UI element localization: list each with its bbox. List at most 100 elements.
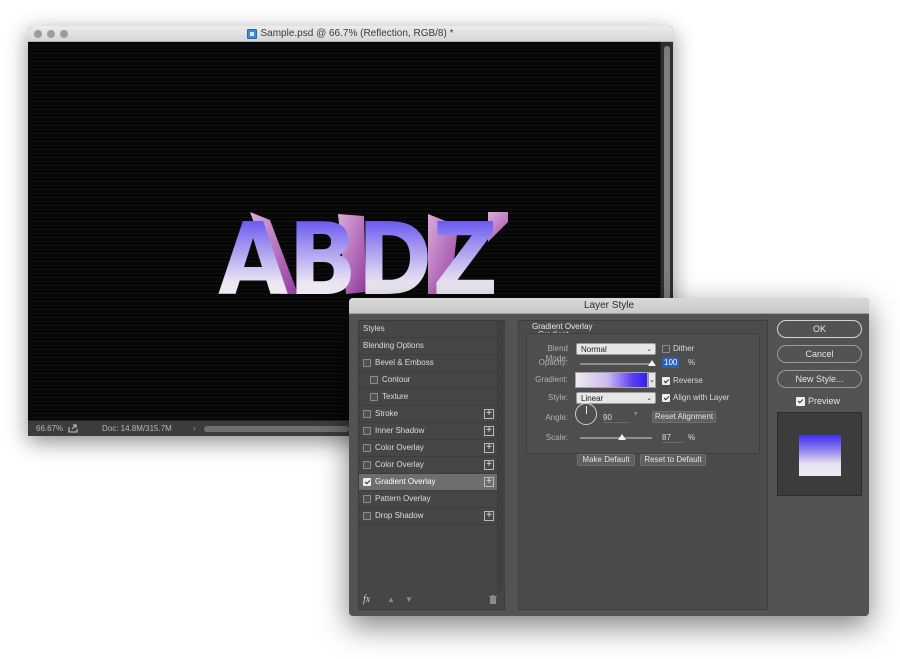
minimize-window-button[interactable]	[47, 30, 55, 38]
style-item-checkbox[interactable]	[363, 461, 371, 469]
reverse-check-box[interactable]	[662, 377, 670, 385]
style-item-label: Inner Shadow	[375, 426, 425, 435]
style-item-checkbox[interactable]	[363, 410, 371, 418]
move-down-icon[interactable]: ▼	[405, 595, 413, 604]
style-item-checkbox[interactable]	[363, 359, 371, 367]
abdz-lettering: ABDZ	[218, 202, 508, 302]
dialog-title[interactable]: Layer Style	[349, 298, 869, 314]
cancel-button[interactable]: Cancel	[777, 345, 862, 363]
trash-icon[interactable]	[489, 595, 497, 604]
align-with-layer-checkbox[interactable]: Align with Layer	[662, 393, 729, 403]
style-item-checkbox[interactable]	[363, 512, 371, 520]
gradient-label: Gradient:	[535, 375, 568, 384]
canvas-text: ABDZ	[218, 202, 498, 302]
scale-input[interactable]: 87	[662, 432, 684, 443]
doc-size-info[interactable]: Doc: 14.8M/315.7M	[102, 421, 172, 436]
document-title-wrap: Sample.psd @ 66.7% (Reflection, RGB/8) *	[247, 26, 454, 42]
zoom-level[interactable]: 66.67%	[36, 421, 63, 436]
close-window-button[interactable]	[34, 30, 42, 38]
style-item-inner-shadow[interactable]: Inner Shadow +	[359, 423, 497, 440]
document-titlebar[interactable]: Sample.psd @ 66.7% (Reflection, RGB/8) *	[28, 26, 673, 42]
add-effect-plus-icon[interactable]: +	[484, 443, 494, 453]
style-item-label: Gradient Overlay	[375, 477, 436, 486]
move-up-icon[interactable]: ▲	[387, 595, 395, 604]
scale-label: Scale:	[545, 433, 568, 442]
opacity-slider-track[interactable]	[580, 363, 652, 365]
style-item-label: Drop Shadow	[375, 511, 424, 520]
style-item-checkbox[interactable]	[370, 376, 378, 384]
reset-alignment-button[interactable]: Reset Alignment	[652, 411, 716, 423]
dither-label: Dither	[673, 344, 695, 353]
opacity-label: Opacity:	[538, 358, 568, 367]
styles-list: Styles Blending Options Bevel & Emboss Co…	[359, 321, 497, 591]
gradient-picker-chevron-icon[interactable]: ⌄	[648, 372, 656, 388]
fx-icon[interactable]: fx	[363, 594, 370, 605]
dither-checkbox[interactable]: Dither	[662, 344, 694, 354]
style-label: Style:	[547, 393, 568, 402]
add-effect-plus-icon[interactable]: +	[484, 460, 494, 470]
zoom-window-button[interactable]	[60, 30, 68, 38]
style-item-checkbox[interactable]	[363, 478, 371, 486]
add-effect-plus-icon[interactable]: +	[484, 426, 494, 436]
style-item-label: Stroke	[375, 409, 399, 418]
horizontal-scroll-thumb[interactable]	[204, 426, 349, 432]
preview-label: Preview	[808, 396, 841, 406]
add-effect-plus-icon[interactable]: +	[484, 477, 494, 487]
angle-dial[interactable]	[575, 403, 597, 425]
style-item-bevel-emboss[interactable]: Bevel & Emboss	[359, 355, 497, 372]
preview-check-box[interactable]	[796, 397, 805, 406]
preview-area	[777, 412, 862, 496]
add-effect-plus-icon[interactable]: +	[484, 409, 494, 419]
angle-input[interactable]: 90	[603, 412, 629, 423]
styles-scrollbar[interactable]	[497, 321, 505, 591]
style-item-label: Pattern Overlay	[375, 494, 431, 503]
chevron-down-icon: ⌄	[646, 346, 652, 353]
reverse-checkbox[interactable]: Reverse	[662, 376, 703, 386]
styles-header-label: Styles	[363, 324, 385, 333]
gradient-swatch[interactable]	[575, 372, 648, 388]
reset-to-default-button[interactable]: Reset to Default	[640, 454, 706, 466]
styles-footer: fx ▲ ▼	[359, 591, 505, 611]
style-item-color-overlay[interactable]: Color Overlay +	[359, 457, 497, 474]
style-item-gradient-overlay[interactable]: Gradient Overlay +	[359, 474, 497, 491]
styles-header[interactable]: Styles	[359, 321, 497, 338]
opacity-slider-thumb[interactable]	[648, 360, 656, 366]
blend-mode-select[interactable]: Normal ⌄	[576, 343, 656, 355]
styles-panel: Styles Blending Options Bevel & Emboss Co…	[358, 320, 505, 610]
window-controls	[34, 30, 68, 38]
layer-style-dialog: Layer Style Styles Blending Options Beve…	[349, 298, 869, 616]
align-check-box[interactable]	[662, 394, 670, 402]
blend-mode-value: Normal	[581, 345, 607, 354]
style-item-checkbox[interactable]	[363, 495, 371, 503]
share-icon[interactable]	[68, 424, 78, 433]
style-item-checkbox[interactable]	[363, 444, 371, 452]
scale-slider-track[interactable]	[580, 437, 652, 439]
blending-options-item[interactable]: Blending Options	[359, 338, 497, 355]
gradient-group: Blend Mode: Normal ⌄ Dither Opacity: 100…	[526, 333, 760, 454]
style-item-contour[interactable]: Contour	[359, 372, 497, 389]
ok-button[interactable]: OK	[777, 320, 862, 338]
psd-file-icon	[247, 29, 258, 39]
style-item-stroke[interactable]: Stroke +	[359, 406, 497, 423]
style-item-label: Texture	[382, 392, 409, 401]
new-style-button[interactable]: New Style...	[777, 370, 862, 388]
style-item-drop-shadow[interactable]: Drop Shadow +	[359, 508, 497, 525]
dither-check-box[interactable]	[662, 345, 670, 353]
style-item-texture[interactable]: Texture	[359, 389, 497, 406]
style-item-checkbox[interactable]	[363, 427, 371, 435]
style-item-checkbox[interactable]	[370, 393, 378, 401]
gradient-overlay-panel: Gradient Overlay Gradient Blend Mode: No…	[518, 320, 768, 610]
style-item-pattern-overlay[interactable]: Pattern Overlay	[359, 491, 497, 508]
opacity-percent: %	[688, 358, 696, 367]
style-value: Linear	[581, 394, 604, 403]
preview-checkbox[interactable]: Preview	[796, 396, 840, 406]
status-menu-arrow[interactable]: ›	[193, 421, 196, 436]
opacity-input[interactable]: 100	[662, 357, 680, 368]
add-effect-plus-icon[interactable]: +	[484, 511, 494, 521]
style-item-label: Bevel & Emboss	[375, 358, 434, 367]
make-default-button[interactable]: Make Default	[577, 454, 635, 466]
style-item-color-overlay[interactable]: Color Overlay +	[359, 440, 497, 457]
scale-slider-thumb[interactable]	[617, 434, 626, 440]
align-label: Align with Layer	[673, 393, 730, 402]
chevron-down-icon: ⌄	[646, 395, 652, 402]
